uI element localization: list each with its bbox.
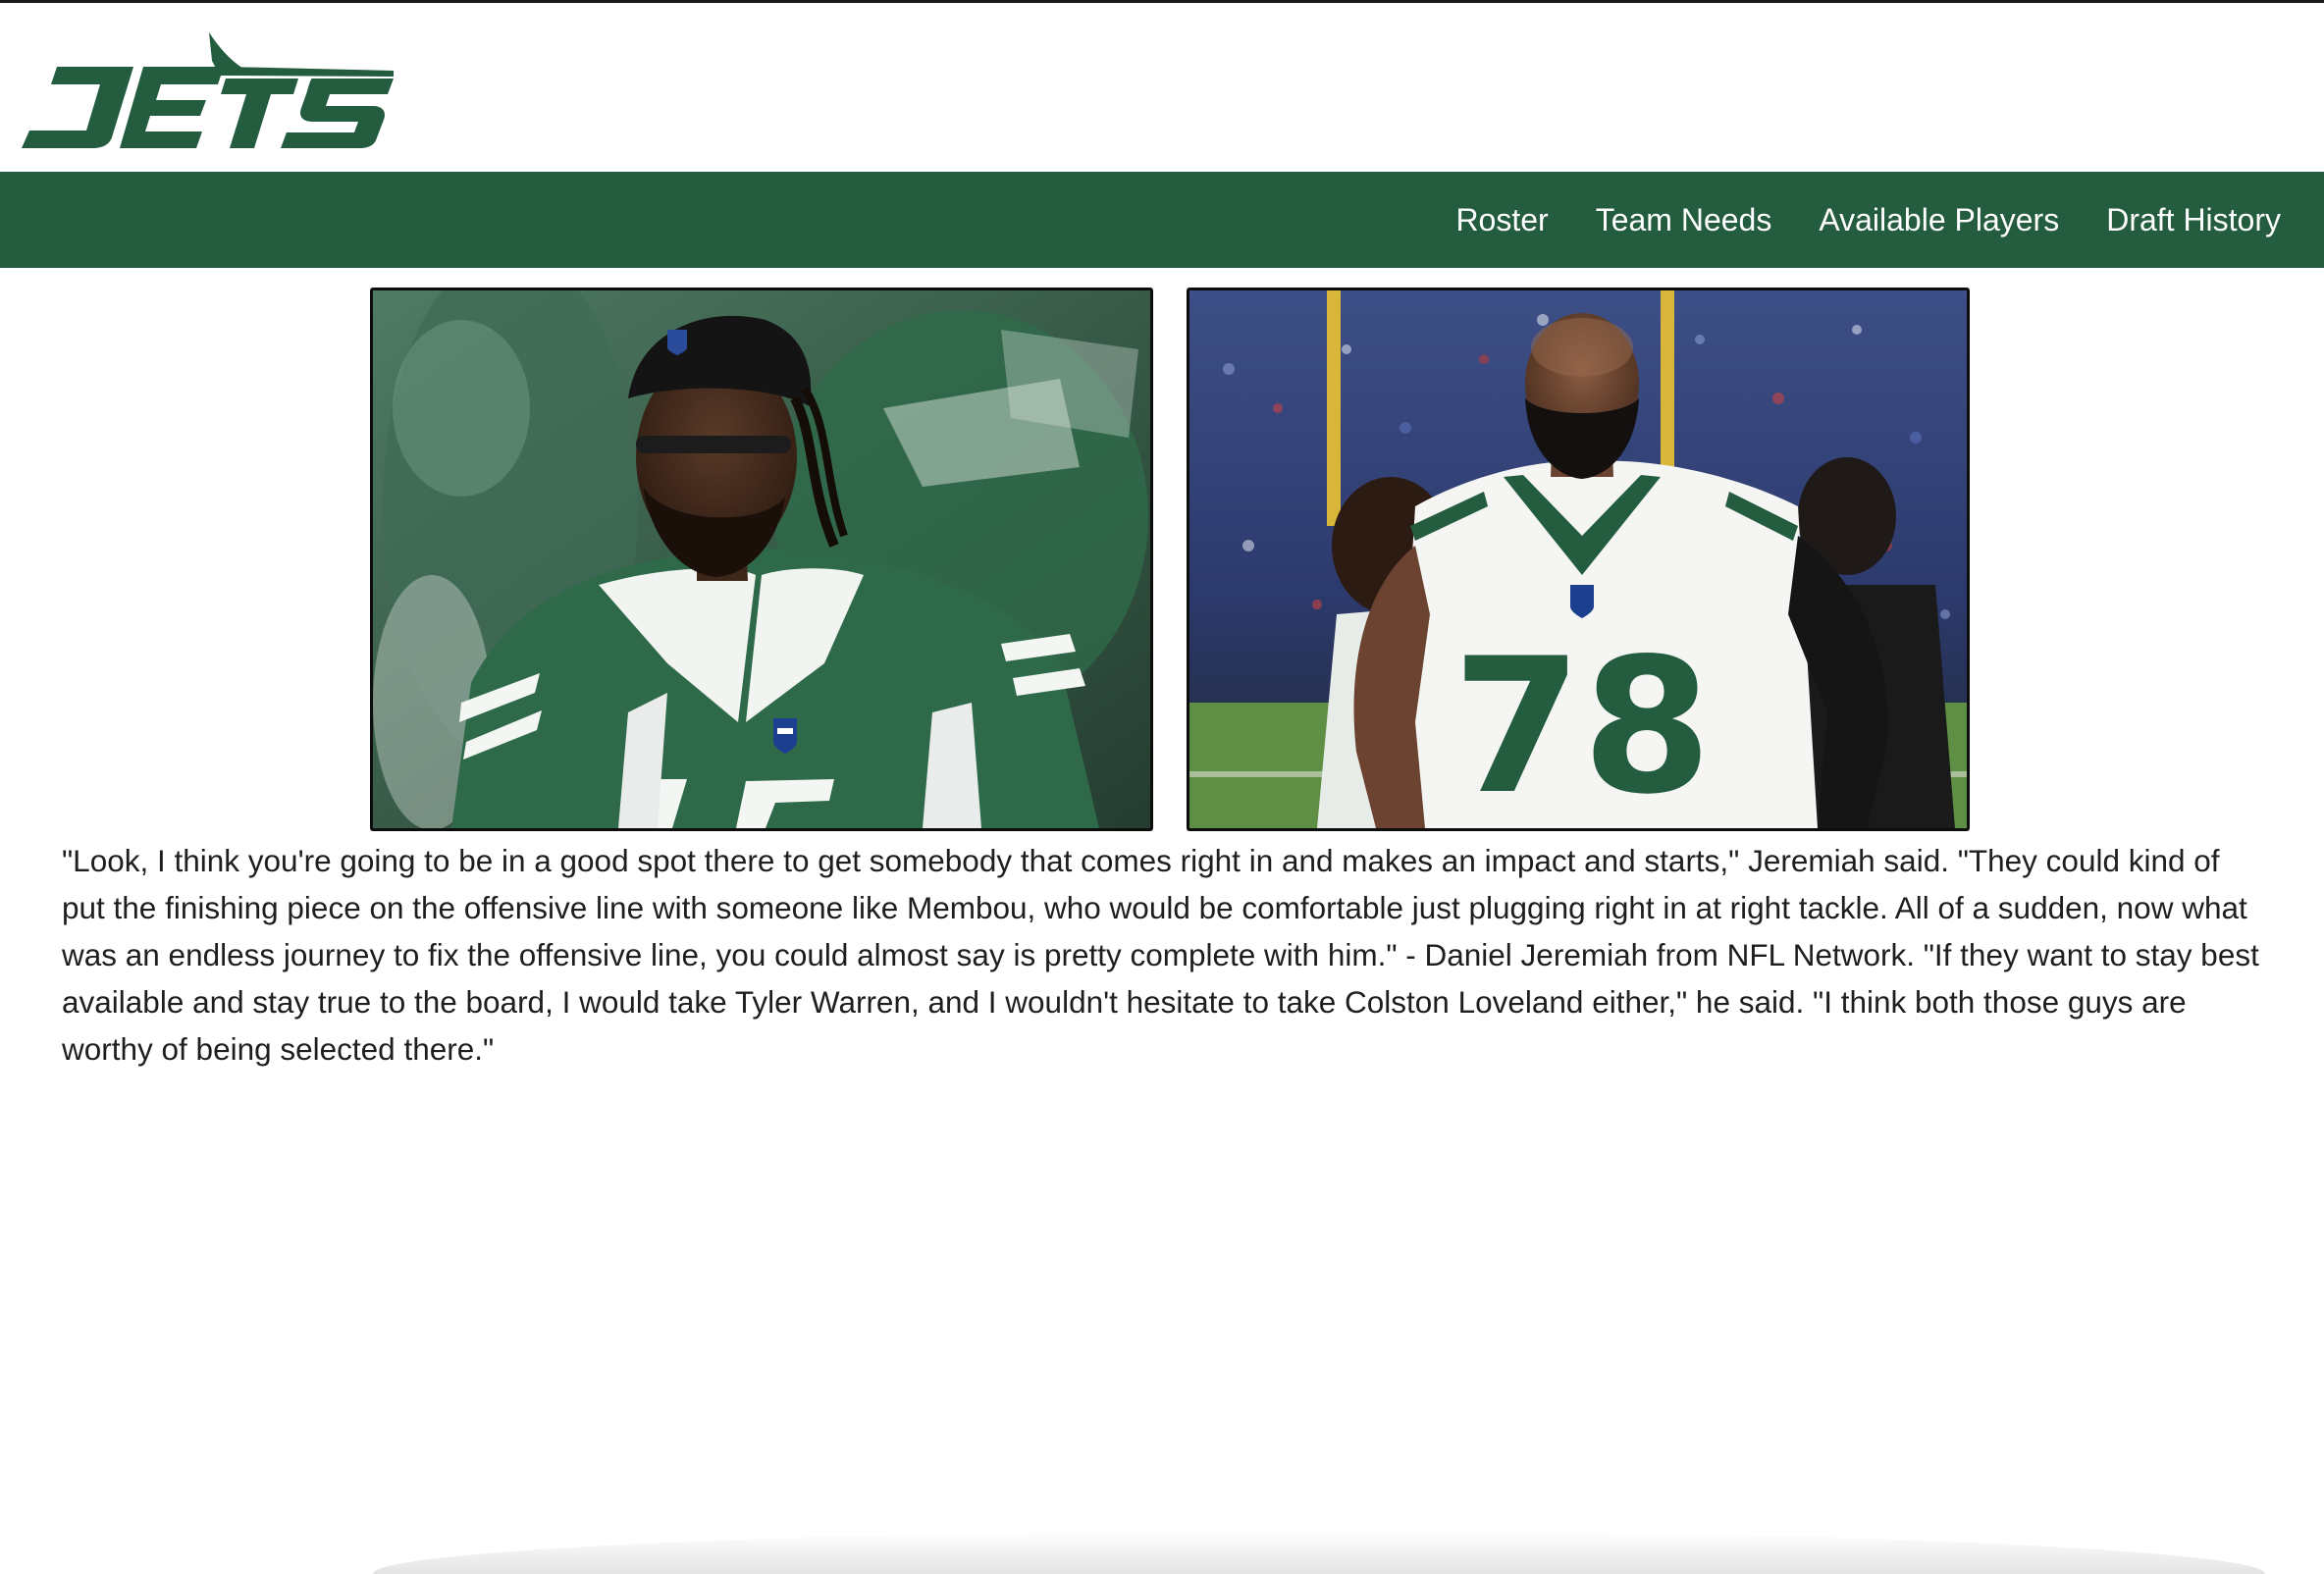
player-photo-green-jersey	[370, 288, 1153, 831]
jets-logo[interactable]	[18, 29, 396, 153]
article-quote: "Look, I think you're going to be in a g…	[62, 843, 2259, 1067]
nav-link-roster[interactable]: Roster	[1455, 202, 1548, 238]
bottom-shadow	[373, 1531, 2265, 1574]
nav-link-available-players[interactable]: Available Players	[1819, 202, 2059, 238]
main-nav: Roster Team Needs Available Players Draf…	[0, 172, 2324, 268]
player-photo-white-jersey: 78	[1187, 288, 1970, 831]
jersey-number: 78	[1452, 618, 1712, 828]
player-photos: 78	[0, 288, 2324, 835]
site-header	[0, 3, 2324, 172]
nav-link-draft-history[interactable]: Draft History	[2106, 202, 2281, 238]
page: Roster Team Needs Available Players Draf…	[0, 0, 2324, 1574]
nav-link-team-needs[interactable]: Team Needs	[1596, 202, 1772, 238]
jets-logo-icon	[22, 32, 394, 148]
